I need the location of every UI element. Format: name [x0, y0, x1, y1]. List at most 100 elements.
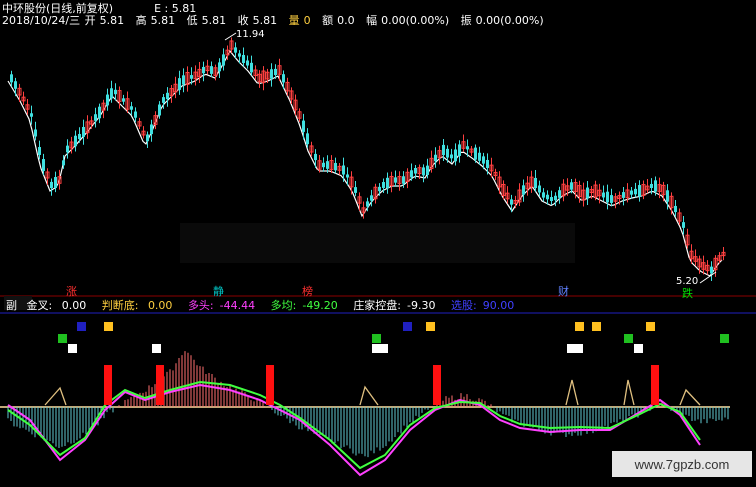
candle-body-down: [166, 92, 169, 100]
candle-body-down: [326, 161, 329, 169]
candle-body-down: [342, 165, 345, 175]
candle-body-down: [422, 167, 425, 176]
candle-body-down: [366, 201, 369, 207]
signal-square: [634, 344, 643, 353]
volume-value: 0: [303, 14, 311, 27]
open-field: 开 5.81: [85, 14, 129, 27]
candle-body-down: [50, 181, 53, 189]
amplitude-field: 振 0.00(0.00%): [461, 14, 548, 27]
candle-body-down: [14, 81, 17, 89]
signal-square: [58, 334, 67, 343]
signal-square: [372, 334, 381, 343]
candle-body-down: [558, 190, 561, 198]
watermark-banner: www.7gpzb.com: [612, 451, 752, 477]
candle-body-down: [466, 146, 469, 150]
candle-body-down: [242, 55, 245, 63]
signal-square: [104, 322, 113, 331]
candle-body-down: [410, 170, 413, 178]
zhuang-label: 庄家控盘:: [353, 299, 402, 312]
candle-body-down: [322, 162, 325, 168]
indicator-panel-name[interactable]: 副: [6, 299, 17, 312]
candle-body-down: [182, 75, 185, 85]
bottom-signal-marker: [565, 379, 579, 406]
candle-body-down: [130, 106, 133, 110]
open-label: 开: [84, 14, 96, 27]
candle-body-down: [38, 147, 41, 155]
high-label: 高: [135, 14, 147, 27]
candle-body-down: [346, 174, 349, 178]
candle-body-down: [10, 74, 13, 83]
candle-body-down: [454, 149, 457, 162]
candle-body-down: [434, 154, 437, 162]
pandidi-value: 0.00: [147, 299, 173, 312]
candle-body-down: [282, 74, 285, 83]
signal-square: [152, 344, 161, 353]
signal-cai-text: 财: [558, 285, 569, 298]
high-price-annotation: 11.94: [236, 29, 265, 40]
buy-signal-bar: [651, 365, 659, 405]
candle-body-down: [270, 69, 273, 79]
candle-body-down: [78, 133, 81, 140]
candle-body-down: [98, 106, 101, 119]
candle-body-down: [634, 188, 637, 195]
close-label: 收: [237, 14, 249, 27]
candle-body-down: [630, 190, 633, 195]
amplitude-label: 振: [460, 14, 472, 27]
signal-square: [68, 344, 77, 353]
candle-body-down: [606, 191, 609, 203]
candle-body-down: [394, 177, 397, 183]
signal-die: 跌: [682, 285, 693, 301]
candle-body-down: [550, 197, 553, 201]
bottom-signal-marker: [623, 379, 635, 406]
candle-body-down: [478, 152, 481, 161]
candle-body-down: [554, 195, 557, 201]
low-label: 低: [186, 14, 198, 27]
candle-body-down: [82, 126, 85, 137]
candle-body-down: [622, 192, 625, 198]
candle-body-down: [654, 180, 657, 192]
duotou-field: 多头: -44.44: [188, 299, 261, 312]
candle-body-down: [426, 165, 429, 175]
candle-body-down: [486, 159, 489, 169]
buy-signal-bar: [104, 365, 112, 405]
candle-body-down: [602, 192, 605, 198]
candle-body-down: [610, 195, 613, 203]
candle-body-down: [62, 160, 65, 166]
candle-body-down: [522, 185, 525, 195]
bottom-signal-marker: [44, 386, 67, 406]
high-field: 高 5.81: [136, 14, 180, 27]
candle-body-down: [94, 114, 97, 121]
candle-body-down: [382, 182, 385, 188]
amount-field: 额 0.0: [322, 14, 359, 27]
duojun-field: 多均: -49.20: [271, 299, 344, 312]
high-price-value: 11.94: [236, 29, 265, 40]
candle-body-down: [482, 156, 485, 164]
candle-body-down: [458, 144, 461, 156]
indicator-header: 副 金叉: 0.00 判断底: 0.00 多头: -44.44 多均: -49.20…: [6, 297, 526, 313]
high-pointer: [224, 32, 237, 41]
candle-body-down: [414, 167, 417, 174]
candle-body-down: [546, 194, 549, 200]
signal-square: [720, 334, 729, 343]
candle-body-down: [442, 144, 445, 156]
watermark-text: www.7gpzb.com: [634, 456, 730, 472]
bottom-signal-marker: [679, 388, 701, 406]
candle-body-down: [534, 177, 537, 189]
candle-body-down: [446, 148, 449, 158]
candle-body-down: [302, 120, 305, 132]
xuanxuan-label: 选股:: [451, 299, 477, 312]
candle-body-down: [30, 113, 33, 117]
xuanxuan-value: 90.00: [482, 299, 515, 312]
candle-body-down: [110, 88, 113, 99]
candle-body-down: [162, 97, 165, 103]
candle-body-down: [474, 147, 477, 160]
occlusion-middle: [180, 223, 575, 263]
candle-body-down: [54, 177, 57, 188]
duotou-label: 多头:: [187, 299, 214, 312]
candle-body-down: [682, 222, 685, 228]
buy-signal-bar: [266, 365, 274, 405]
volume-label: 量: [288, 14, 300, 27]
candle-body-down: [542, 192, 545, 198]
candle-body-down: [314, 153, 317, 161]
duojun-value: -49.20: [302, 299, 338, 312]
